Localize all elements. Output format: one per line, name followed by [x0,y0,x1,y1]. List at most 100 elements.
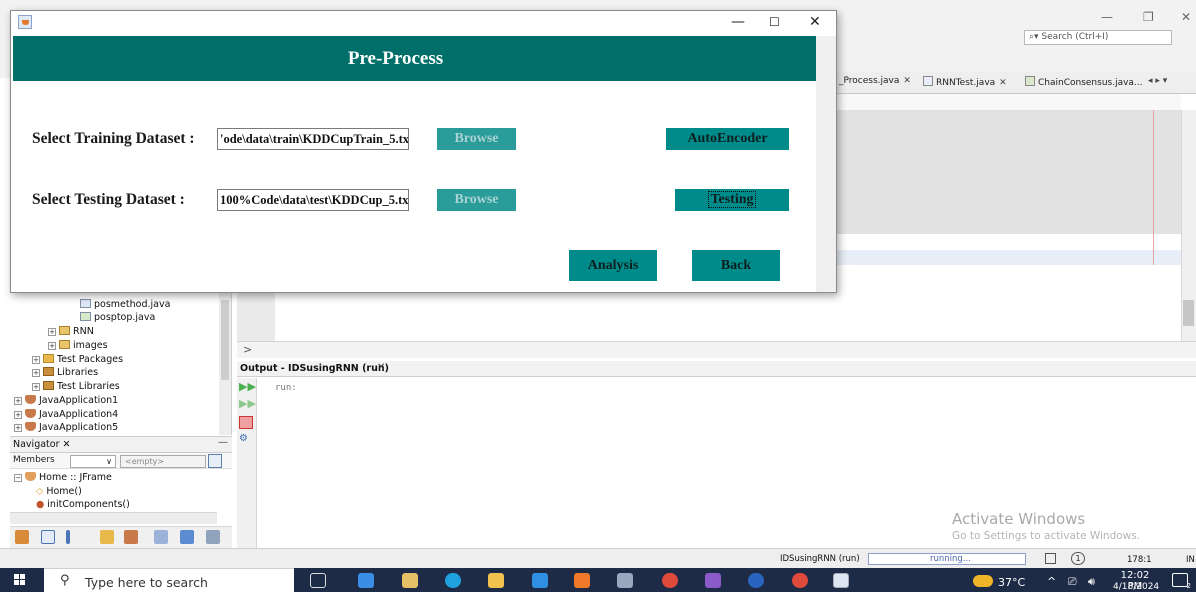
filter-class-icon[interactable] [124,530,138,544]
stop-icon[interactable] [239,416,253,429]
store-icon[interactable] [532,573,548,588]
testing-button[interactable]: Testing [675,189,789,211]
editor-scroll-thumb[interactable] [1183,300,1194,326]
package-icon [59,340,70,349]
sort-name-icon[interactable] [180,530,194,544]
app-3d-icon[interactable] [358,573,374,588]
filter-static-icon[interactable] [41,530,55,544]
close-icon[interactable]: ✕ [809,14,821,30]
training-dataset-field[interactable]: 'ode\data\train\KDDCupTrain_5.txt [217,128,409,150]
search-icon: ⌕▾ [1029,32,1042,42]
close-icon[interactable]: ✕ [63,439,71,450]
expand-icon[interactable]: + [32,383,40,391]
expand-icon[interactable]: + [48,328,56,336]
browse-testing-button[interactable]: Browse [437,189,516,211]
expand-icon[interactable]: + [32,356,40,364]
navigator-item[interactable]: − Home :: JFrame [14,472,112,483]
analysis-button[interactable]: Analysis [569,250,657,281]
edge-icon[interactable] [445,573,461,588]
close-icon[interactable]: ✕ [999,78,1007,88]
tree-item[interactable]: posmethod.java [80,299,170,310]
tree-item[interactable]: + JavaApplication5 [14,422,118,433]
ide-close-icon[interactable]: ✕ [1181,10,1191,24]
editor-horizontal-scrollbar[interactable] [237,341,1196,358]
chrome-icon[interactable] [662,573,678,588]
rerun-with-options-icon[interactable]: ▶▶ [239,397,256,410]
output-tab-label[interactable]: Output - IDSusingRNN (run) [240,363,389,374]
tree-item[interactable]: + JavaApplication4 [14,409,118,420]
navigator-options-button[interactable] [208,454,222,468]
editor-lower-area[interactable] [275,293,1181,341]
testing-dataset-field[interactable]: 100%Code\data\test\KDDCup_5.txt [217,189,409,211]
navigator-tab[interactable]: Navigator ✕ [13,439,70,450]
filter-fields-icon[interactable] [15,530,29,544]
tree-item[interactable]: + images [48,340,108,351]
task-view-icon[interactable] [310,573,326,588]
file-explorer-icon[interactable] [488,573,504,588]
editor-tab-chainconsensus[interactable]: ChainConsensus.java... [1025,76,1143,88]
tree-item[interactable]: + Test Packages [32,354,123,365]
cancel-task-icon[interactable] [1045,553,1056,564]
notification-count: 2 [1186,582,1191,590]
editor-tab-rnntest[interactable]: RNNTest.java ✕ [923,76,1007,88]
tab-scroll-arrows[interactable]: ◂ ▸ ▾ [1148,76,1167,86]
rerun-icon[interactable]: ▶▶ [239,380,256,393]
expand-icon[interactable]: + [14,411,22,419]
java-project-icon [25,409,36,418]
temperature[interactable]: 37°C [998,576,1025,589]
tree-item-label: JavaApplication4 [39,409,119,420]
chrome-profile-icon[interactable] [792,573,808,588]
app-icon[interactable] [748,573,764,588]
tree-item[interactable]: + Libraries [32,367,98,378]
navigator-item[interactable]: ◇ Home() [36,486,82,497]
expand-icon[interactable]: + [14,424,22,432]
minimize-icon[interactable]: — [218,437,228,448]
filter-java-icon[interactable] [154,530,168,544]
expand-icon[interactable]: + [32,369,40,377]
ide-minimize-icon[interactable]: — [1101,10,1113,24]
maximize-icon[interactable]: ☐ [769,15,780,29]
clock-date[interactable]: 4/18/2024 [1113,582,1159,592]
filter-nonpublic-icon[interactable] [66,530,70,544]
java-project-icon [25,395,36,404]
dialog-titlebar[interactable] [11,11,836,35]
sort-source-icon[interactable] [206,530,220,544]
system-tray-icons[interactable]: ^ ⎚ 🔊︎ [1047,575,1099,589]
expand-icon[interactable]: + [14,397,22,405]
status-project[interactable]: IDSusingRNN (run) [780,554,860,564]
weather-icon[interactable] [973,575,993,587]
java-app-icon[interactable] [833,573,849,588]
collapse-icon[interactable]: − [14,474,22,482]
filter-inherited-icon[interactable] [100,530,114,544]
browse-training-button[interactable]: Browse [437,128,516,150]
windows-start-icon[interactable] [14,574,26,586]
expand-icon[interactable]: + [48,342,56,350]
snipping-tool-icon[interactable] [617,573,633,588]
members-dropdown[interactable]: ∨ [70,455,116,468]
back-button[interactable]: Back [692,250,780,281]
editor-area[interactable] [835,110,1181,234]
close-icon[interactable]: ✕ [903,76,911,86]
filter-dropdown[interactable]: <empty> [120,455,206,468]
settings-icon[interactable]: ⚙ [239,433,253,446]
navigator-horizontal-scrollbar[interactable] [10,512,217,524]
tree-item[interactable]: + RNN [48,326,94,337]
editor-tab-process[interactable]: _Process.java ✕ [839,76,911,86]
tree-item[interactable]: + JavaApplication1 [14,395,118,406]
minimize-icon[interactable]: — [731,14,745,30]
calculator-icon[interactable] [402,573,418,588]
tree-item[interactable]: posptop.java [80,312,155,323]
visual-studio-icon[interactable] [705,573,721,588]
chevron-right-icon[interactable]: > [243,343,252,356]
notifications-icon[interactable]: 1 [1071,552,1085,565]
ide-restore-icon[interactable]: ❐ [1143,10,1154,24]
notification-icon[interactable]: 2 [1172,573,1191,590]
autoencoder-button[interactable]: AutoEncoder [666,128,789,150]
navigator-item[interactable]: ● initComponents() [36,499,130,510]
ide-search-input[interactable]: ⌕▾ Search (Ctrl+I) [1024,30,1172,45]
tree-item[interactable]: + Test Libraries [32,381,120,392]
project-scroll-thumb[interactable] [221,300,229,380]
close-icon[interactable]: ✕ [377,362,385,373]
navigator-item-label: Home() [46,486,82,497]
sublime-icon[interactable] [574,573,590,588]
